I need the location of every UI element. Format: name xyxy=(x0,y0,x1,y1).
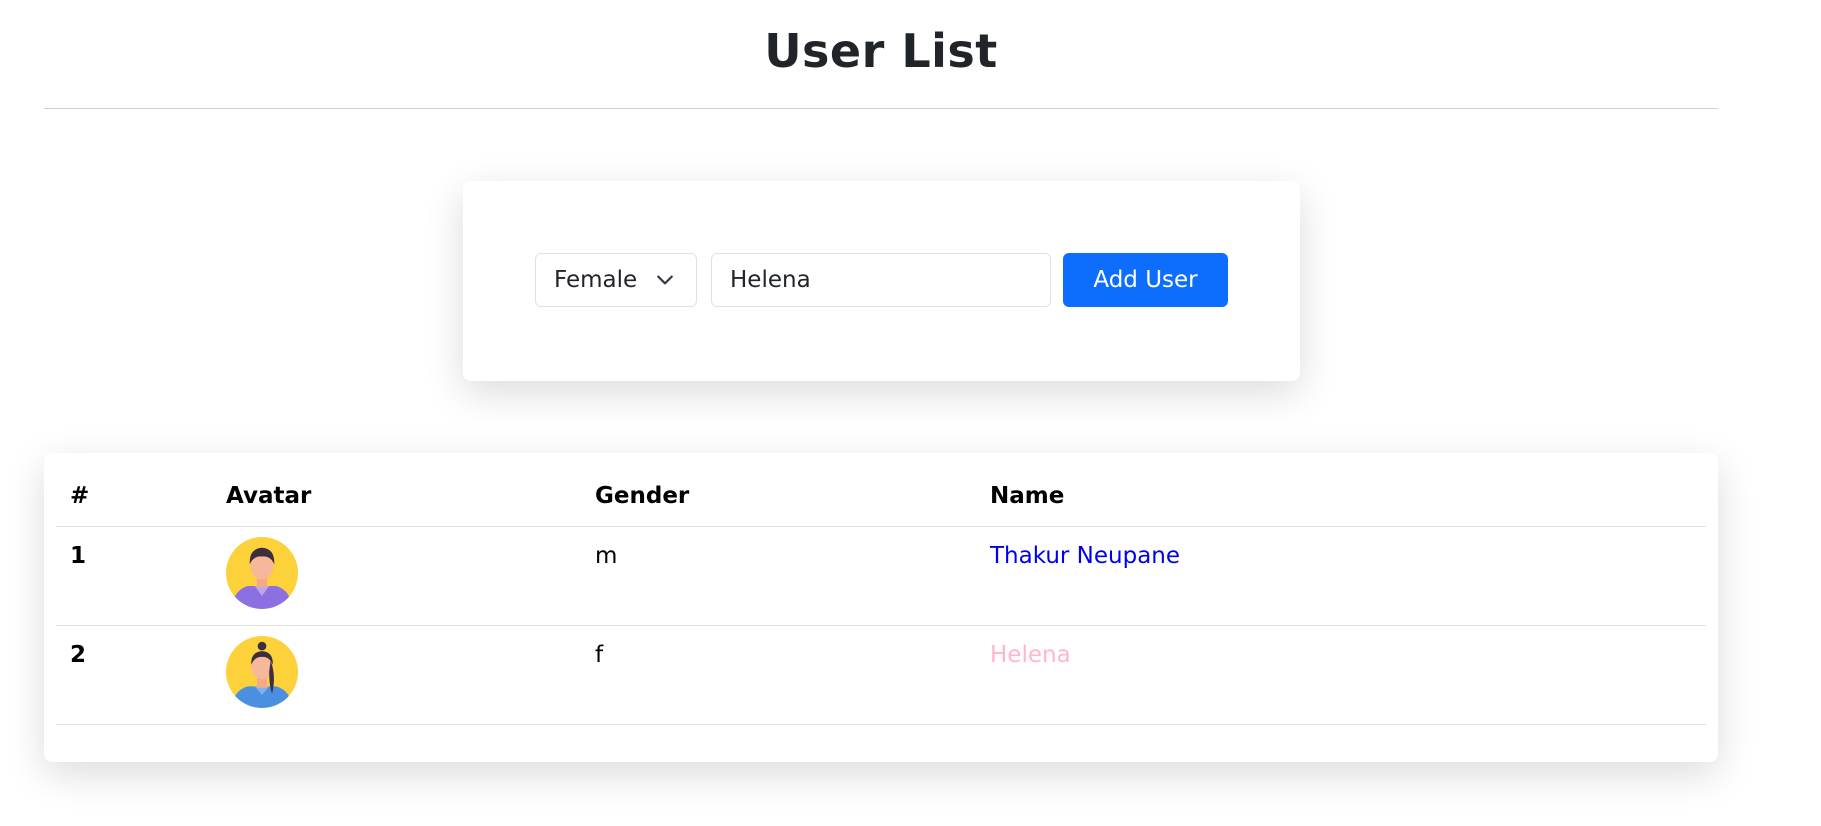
table-row: 2 f Helena xyxy=(56,625,1706,725)
row-name: Helena xyxy=(976,625,1706,725)
row-index: 2 xyxy=(56,625,212,725)
name-input[interactable] xyxy=(711,253,1051,307)
add-user-form: Female Add User xyxy=(463,181,1300,381)
header-avatar: Avatar xyxy=(212,465,581,527)
table-header-row: # Avatar Gender Name xyxy=(56,465,1706,527)
header-name: Name xyxy=(976,465,1706,527)
row-name: Thakur Neupane xyxy=(976,526,1706,626)
row-index: 1 xyxy=(56,526,212,626)
title-divider xyxy=(44,108,1718,109)
page-title: User List xyxy=(764,24,998,78)
avatar-cell xyxy=(212,625,581,725)
row-gender: m xyxy=(581,526,976,626)
female-avatar-icon xyxy=(226,636,298,708)
chevron-down-icon xyxy=(657,275,673,285)
user-table-card: # Avatar Gender Name 1 m Thakur Neupane … xyxy=(44,453,1718,762)
gender-select-value: Female xyxy=(554,267,638,293)
header-gender: Gender xyxy=(581,465,976,527)
male-avatar-icon xyxy=(226,537,298,609)
user-table: # Avatar Gender Name 1 m Thakur Neupane … xyxy=(56,465,1706,725)
row-gender: f xyxy=(581,625,976,725)
table-row: 1 m Thakur Neupane xyxy=(56,526,1706,626)
avatar-cell xyxy=(212,526,581,626)
gender-select[interactable]: Female xyxy=(535,253,697,307)
header-index: # xyxy=(56,465,212,527)
add-user-button[interactable]: Add User xyxy=(1063,253,1228,307)
